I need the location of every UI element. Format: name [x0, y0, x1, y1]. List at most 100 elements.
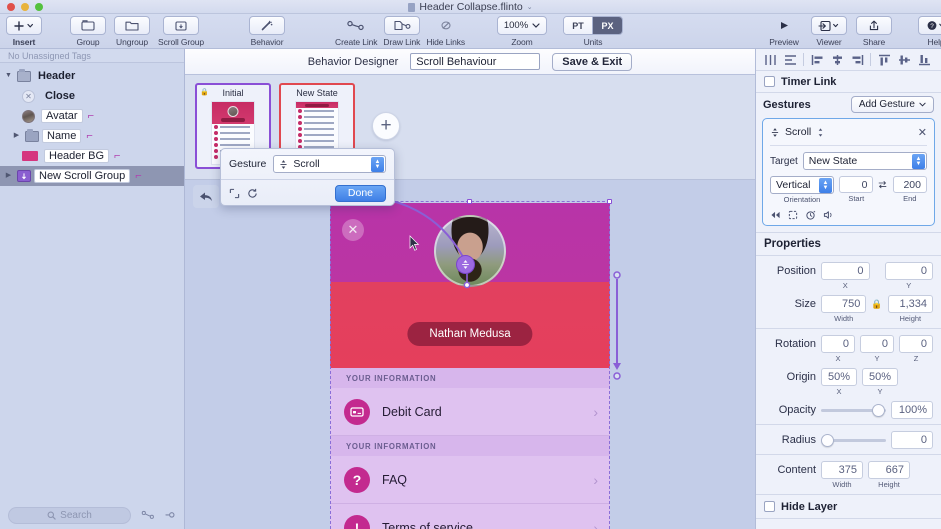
add-gesture-button[interactable]: Add Gesture — [850, 96, 934, 113]
layer-name[interactable]: New Scroll Group — [34, 169, 131, 183]
toolbar-units[interactable]: PT PX Units — [563, 14, 623, 47]
timer-icon[interactable] — [805, 210, 816, 220]
units-option-px[interactable]: PX — [593, 17, 622, 34]
opacity-slider[interactable] — [821, 401, 886, 419]
size-height-input[interactable]: 1,334 — [887, 295, 933, 313]
orientation-select[interactable]: Vertical ▲ ▼ — [770, 176, 834, 194]
layer-row-header[interactable]: Header — [0, 66, 184, 86]
rotation-z-input[interactable]: 0 — [899, 335, 933, 353]
position-y-input[interactable]: 0 — [884, 262, 933, 280]
hide-layer-checkbox[interactable] — [764, 501, 775, 512]
opacity-value[interactable]: 100% — [891, 401, 933, 419]
link-node-icon[interactable] — [165, 510, 176, 520]
lock-icon[interactable]: 🔒 — [871, 295, 882, 313]
undo-button[interactable] — [193, 185, 219, 208]
disclosure-triangle-icon[interactable] — [4, 166, 13, 186]
timer-link-checkbox[interactable] — [764, 76, 775, 87]
align-top-icon[interactable] — [874, 50, 894, 70]
origin-x-input[interactable]: 50% — [821, 368, 857, 386]
layer-name[interactable]: Avatar — [41, 109, 83, 123]
toolbar-create-link[interactable]: Create Link — [335, 14, 378, 47]
end-input[interactable]: 200 — [892, 176, 927, 193]
units-option-pt[interactable]: PT — [564, 17, 593, 34]
save-and-exit-button[interactable]: Save & Exit — [552, 52, 633, 71]
gesture-card-scroll[interactable]: Scroll ✕ Target New State ▲ ▼ Vertical ▲… — [762, 118, 935, 226]
list-item[interactable]: ? FAQ › — [330, 456, 610, 504]
layer-row-header-bg[interactable]: Header BG ⌐ — [0, 146, 184, 166]
toolbar-behavior[interactable]: Behavior — [249, 14, 286, 47]
align-bottom-icon[interactable] — [914, 50, 934, 70]
gesture-node[interactable] — [456, 255, 475, 274]
target-stepper[interactable]: ▲ ▼ — [912, 154, 925, 169]
toolbar-draw-link[interactable]: Draw Link — [383, 14, 420, 47]
rotation-y-input[interactable]: 0 — [860, 335, 894, 353]
rotation-x-input[interactable]: 0 — [821, 335, 855, 353]
origin-y-input[interactable]: 50% — [862, 368, 898, 386]
distribute-vertical-icon[interactable] — [780, 50, 800, 70]
disclosure-triangle-icon[interactable] — [12, 126, 21, 146]
hide-layer-row[interactable]: Hide Layer — [756, 495, 941, 519]
gesture-popover[interactable]: Gesture Scroll ▲ ▼ Done — [220, 148, 395, 206]
gesture-type-stepper[interactable]: ▲ ▼ — [371, 157, 384, 172]
gesture-done-button[interactable]: Done — [334, 184, 386, 202]
scroll-group-button[interactable] — [163, 16, 200, 35]
target-select[interactable]: New State ▲ ▼ — [802, 152, 927, 170]
units-segmented-control[interactable]: PT PX — [563, 16, 623, 35]
toolbar-preview[interactable]: Preview — [766, 14, 802, 47]
timer-link-row[interactable]: Timer Link — [756, 71, 941, 93]
content-height-input[interactable]: 667 — [868, 461, 910, 479]
radius-slider[interactable] — [821, 431, 886, 449]
add-state-button[interactable]: + — [372, 112, 400, 140]
search-input[interactable]: Search — [8, 506, 131, 524]
distribute-horizontal-icon[interactable] — [760, 50, 780, 70]
close-icon[interactable]: ✕ — [918, 126, 927, 139]
toolbar-viewer[interactable]: Viewer — [811, 14, 847, 47]
phone-preview[interactable]: ✕ Nathan Medusa YOUR INFORMATION Debit C… — [330, 203, 610, 529]
swap-icon[interactable] — [878, 179, 887, 190]
list-item[interactable]: ! Terms of service › — [330, 504, 610, 529]
layer-name[interactable]: Name — [42, 129, 82, 143]
draw-link-button[interactable] — [383, 16, 420, 35]
loop-icon[interactable] — [788, 210, 798, 220]
zoom-select[interactable]: 100% — [497, 16, 547, 35]
radius-value[interactable]: 0 — [891, 431, 933, 449]
behavior-canvas[interactable]: 🔒 Initial New State + Gesture Scroll ▲ ▼… — [185, 75, 755, 529]
group-button[interactable] — [70, 16, 106, 35]
preview-button[interactable] — [766, 16, 802, 35]
help-button[interactable]: ? — [918, 16, 941, 35]
toolbar-scroll-group[interactable]: Scroll Group — [158, 14, 204, 47]
position-x-input[interactable]: 0 — [821, 262, 870, 280]
disclosure-triangle-icon[interactable] — [4, 66, 13, 86]
toolbar-ungroup[interactable]: Ungroup — [114, 14, 150, 47]
layer-row-close[interactable]: ✕ Close — [0, 86, 184, 106]
layer-name[interactable]: Header BG — [44, 149, 110, 163]
orientation-stepper[interactable]: ▲ ▼ — [819, 178, 832, 193]
gesture-type-stepper-icon[interactable] — [816, 127, 825, 138]
align-right-icon[interactable] — [847, 50, 867, 70]
behavior-button[interactable] — [249, 16, 286, 35]
share-button[interactable] — [856, 16, 892, 35]
close-x-icon[interactable]: ✕ — [342, 219, 364, 241]
sound-icon[interactable] — [823, 210, 834, 220]
toolbar-group[interactable]: Group — [70, 14, 106, 47]
ungroup-button[interactable] — [114, 16, 150, 35]
hide-links-button[interactable] — [428, 16, 464, 35]
align-center-horizontal-icon[interactable] — [827, 50, 847, 70]
layer-row-avatar[interactable]: Avatar ⌐ — [0, 106, 184, 126]
gesture-type-select[interactable]: Scroll ▲ ▼ — [273, 155, 386, 173]
rewind-icon[interactable] — [770, 210, 781, 220]
toolbar-share[interactable]: Share — [856, 14, 892, 47]
toolbar-zoom[interactable]: 100% Zoom — [497, 14, 547, 47]
size-width-input[interactable]: 750 — [821, 295, 867, 313]
layer-row-name[interactable]: Name ⌐ — [0, 126, 184, 146]
title-chevron-down-icon[interactable]: ⌄ — [527, 3, 533, 11]
insert-button[interactable] — [6, 16, 42, 35]
toolbar-help[interactable]: ? Help — [918, 14, 941, 47]
align-left-icon[interactable] — [807, 50, 827, 70]
layer-row-new-scroll-group[interactable]: New Scroll Group ⌐ — [0, 166, 184, 186]
content-width-input[interactable]: 375 — [821, 461, 863, 479]
start-input[interactable]: 0 — [839, 176, 874, 193]
create-link-icon[interactable] — [141, 510, 155, 520]
duplicate-icon[interactable] — [229, 188, 240, 199]
viewer-button[interactable] — [811, 16, 847, 35]
